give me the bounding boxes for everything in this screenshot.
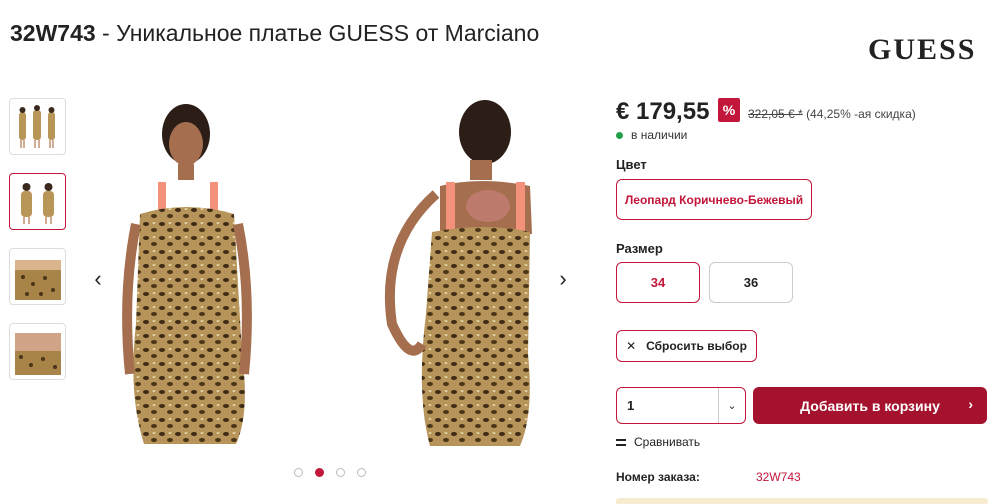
product-sku: 32W743	[10, 20, 96, 46]
gallery-dots	[294, 468, 366, 477]
gallery-dot-active[interactable]	[315, 468, 324, 477]
page-title: 32W743 - Уникальное платье GUESS от Marc…	[10, 20, 539, 47]
compare-link[interactable]: Сравнивать	[616, 435, 700, 449]
quantity-value: 1	[627, 398, 635, 413]
reset-selection-button[interactable]: ✕ Сбросить выбор	[616, 330, 757, 362]
product-title: - Уникальное платье GUESS от Marciano	[95, 20, 540, 46]
reset-label: Сбросить выбор	[646, 339, 747, 353]
thumbnail-4[interactable]	[9, 323, 66, 380]
add-to-cart-label: Добавить в корзину	[800, 397, 940, 414]
gallery-dot[interactable]	[336, 468, 345, 477]
thumbnail-image	[14, 259, 61, 300]
old-price-line: 322,05 € * (44,25% -ая скидка)	[748, 107, 916, 121]
thumbnail-3[interactable]	[9, 248, 66, 305]
thumbnail-image	[18, 104, 55, 148]
current-price: € 179,55	[616, 98, 710, 125]
availability: в наличии	[616, 128, 687, 142]
thumbnail-image	[14, 332, 61, 375]
discount-badge: %	[718, 98, 740, 122]
thumbnail-image	[20, 182, 54, 224]
size-option-36[interactable]: 36	[709, 262, 793, 303]
old-price: 322,05 € *	[748, 107, 803, 121]
gallery-dot[interactable]	[357, 468, 366, 477]
product-image-back	[384, 100, 532, 446]
discount-text: (44,25% -ая скидка)	[806, 107, 916, 121]
order-number-value: 32W743	[756, 470, 801, 484]
chevron-down-icon: ⌄	[727, 400, 737, 412]
chevron-right-icon: ›	[968, 396, 973, 412]
quantity-select[interactable]: 1 ⌄	[616, 387, 746, 424]
thumbnail-2[interactable]	[9, 173, 66, 230]
color-label: Цвет	[616, 157, 647, 172]
availability-text: в наличии	[631, 128, 688, 142]
add-to-cart-button[interactable]: Добавить в корзину ›	[753, 387, 987, 424]
thumbnail-1[interactable]	[9, 98, 66, 155]
color-option-button[interactable]: Леопард Коричнево-Бежевый	[616, 179, 812, 220]
compare-label: Сравнивать	[634, 435, 701, 449]
thumbnail-list	[9, 98, 66, 398]
chevron-right-icon[interactable]: ›	[553, 266, 573, 292]
size-option-34[interactable]: 34	[616, 262, 700, 303]
gallery-dot[interactable]	[294, 468, 303, 477]
order-number-label: Номер заказа:	[616, 470, 700, 484]
product-image-front	[122, 104, 252, 444]
chevron-left-icon[interactable]: ‹	[88, 266, 108, 292]
size-label: Размер	[616, 241, 663, 256]
brand-logo: GUESS	[868, 33, 977, 66]
info-bar	[616, 498, 988, 504]
in-stock-dot-icon	[616, 131, 623, 139]
compare-icon	[616, 438, 626, 446]
close-icon: ✕	[626, 339, 637, 353]
